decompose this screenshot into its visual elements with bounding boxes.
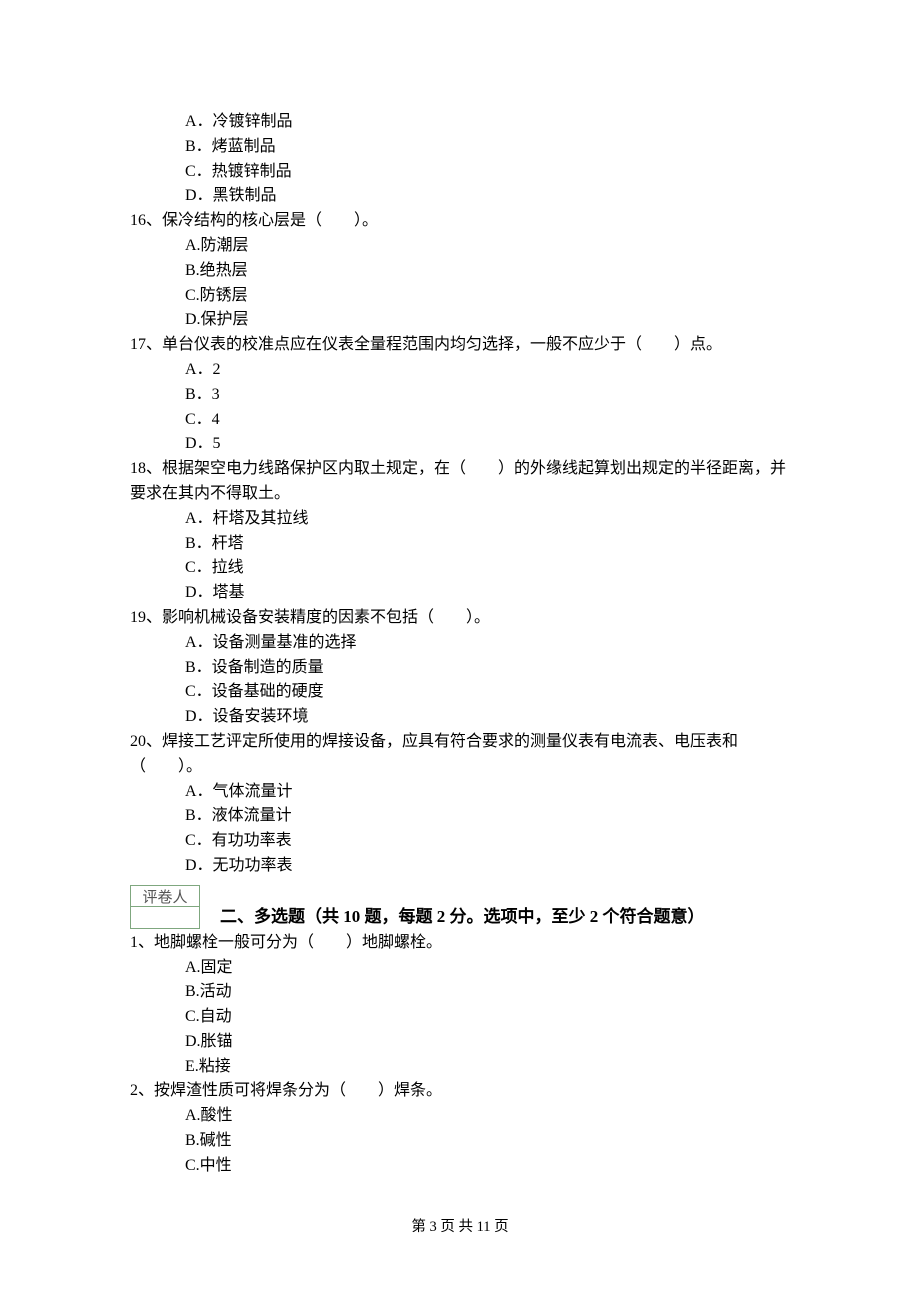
grader-empty-cell xyxy=(130,907,200,929)
q15-option-a: A．冷镀锌制品 xyxy=(130,110,790,135)
q16-option-b: B.绝热层 xyxy=(130,259,790,284)
m1-option-c: C.自动 xyxy=(130,1005,790,1030)
q18-option-b: B．杆塔 xyxy=(130,532,790,557)
q15-option-d: D．黑铁制品 xyxy=(130,184,790,209)
q17-option-b: B．3 xyxy=(130,383,790,408)
q17-option-d: D．5 xyxy=(130,432,790,457)
q15-option-c: C．热镀锌制品 xyxy=(130,160,790,185)
m1-option-d: D.胀锚 xyxy=(130,1030,790,1055)
q20-option-b: B．液体流量计 xyxy=(130,804,790,829)
q20-option-c: C．有功功率表 xyxy=(130,829,790,854)
q18-text: 18、根据架空电力线路保护区内取土规定，在（ ）的外缘线起算划出规定的半径距离，… xyxy=(130,457,790,507)
m2-option-c: C.中性 xyxy=(130,1154,790,1179)
m1-option-a: A.固定 xyxy=(130,956,790,981)
q16-option-d: D.保护层 xyxy=(130,308,790,333)
q18-option-d: D．塔基 xyxy=(130,581,790,606)
q17-option-c: C．4 xyxy=(130,408,790,433)
m2-option-b: B.碱性 xyxy=(130,1129,790,1154)
grader-label: 评卷人 xyxy=(130,885,200,907)
m1-option-e: E.粘接 xyxy=(130,1055,790,1080)
page-footer: 第 3 页 共 11 页 xyxy=(130,1215,790,1236)
q20-text: 20、焊接工艺评定所使用的焊接设备，应具有符合要求的测量仪表有电流表、电压表和（… xyxy=(130,730,790,780)
m2-option-a: A.酸性 xyxy=(130,1104,790,1129)
page-content: A．冷镀锌制品 B．烤蓝制品 C．热镀锌制品 D．黑铁制品 16、保冷结构的核心… xyxy=(0,0,920,1276)
q16-option-a: A.防潮层 xyxy=(130,234,790,259)
q19-text: 19、影响机械设备安装精度的因素不包括（ ）。 xyxy=(130,606,790,631)
grader-box: 评卷人 xyxy=(130,885,200,929)
q16-text: 16、保冷结构的核心层是（ ）。 xyxy=(130,209,790,234)
q18-option-a: A．杆塔及其拉线 xyxy=(130,507,790,532)
q19-option-d: D．设备安装环境 xyxy=(130,705,790,730)
q20-option-a: A．气体流量计 xyxy=(130,780,790,805)
m1-text: 1、地脚螺栓一般可分为（ ）地脚螺栓。 xyxy=(130,931,790,956)
q19-option-c: C．设备基础的硬度 xyxy=(130,680,790,705)
q15-option-b: B．烤蓝制品 xyxy=(130,135,790,160)
q19-option-a: A．设备测量基准的选择 xyxy=(130,631,790,656)
q20-option-d: D．无功功率表 xyxy=(130,854,790,879)
m1-option-b: B.活动 xyxy=(130,980,790,1005)
q16-option-c: C.防锈层 xyxy=(130,284,790,309)
q17-option-a: A．2 xyxy=(130,358,790,383)
m2-text: 2、按焊渣性质可将焊条分为（ ）焊条。 xyxy=(130,1079,790,1104)
q17-text: 17、单台仪表的校准点应在仪表全量程范围内均匀选择，一般不应少于（ ）点。 xyxy=(130,333,790,358)
section2-title: 二、多选题（共 10 题，每题 2 分。选项中，至少 2 个符合题意） xyxy=(200,902,705,929)
section2-header-row: 评卷人 二、多选题（共 10 题，每题 2 分。选项中，至少 2 个符合题意） xyxy=(130,881,790,929)
q18-option-c: C．拉线 xyxy=(130,556,790,581)
q19-option-b: B．设备制造的质量 xyxy=(130,656,790,681)
